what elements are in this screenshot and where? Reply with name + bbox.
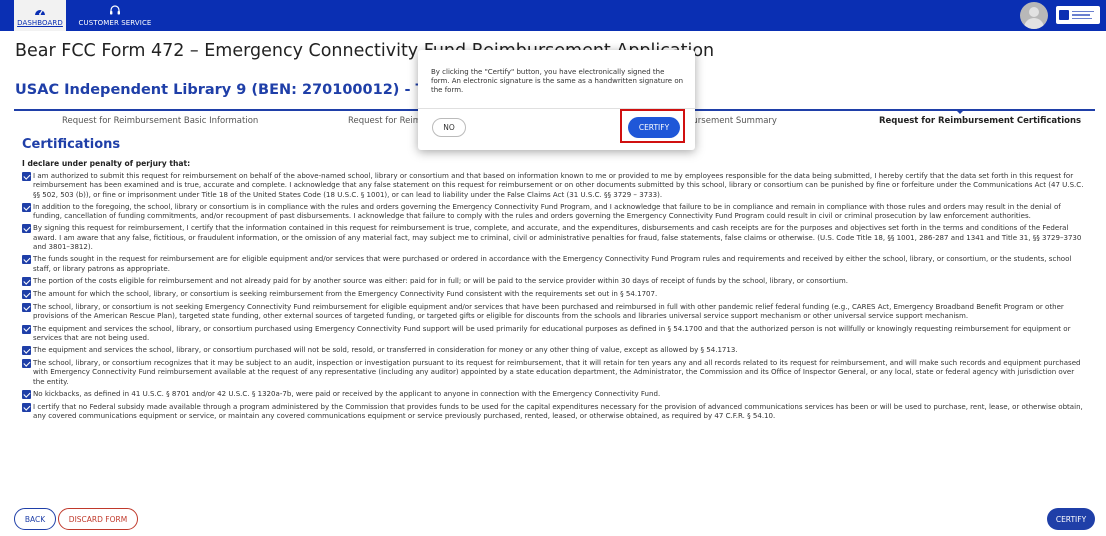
dialog-no-button[interactable]: NO	[432, 118, 466, 137]
certify-highlight-box	[620, 109, 685, 143]
dialog-message: By clicking the "Certify" button, you ha…	[431, 68, 684, 95]
